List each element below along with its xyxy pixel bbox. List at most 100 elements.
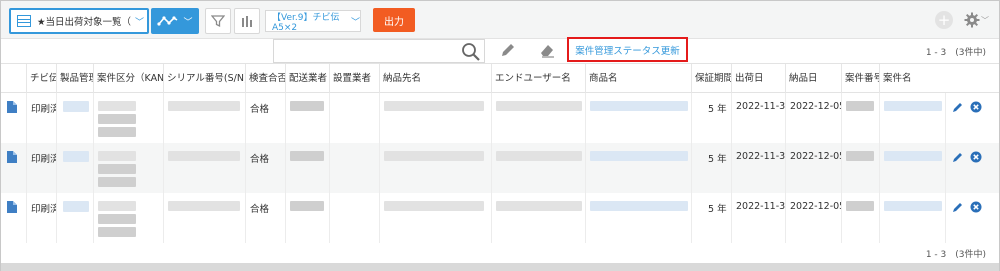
- column-header[interactable]: 出荷日: [731, 64, 785, 94]
- redacted-value: [98, 151, 136, 161]
- inspection-cell: 合格: [250, 154, 270, 165]
- table-icon: [17, 15, 31, 27]
- edit-icon[interactable]: [952, 151, 964, 163]
- chevron-down-icon: ﹀: [981, 15, 989, 25]
- redacted-value: [98, 227, 136, 237]
- table-row[interactable]: 印刷済 合格 5 年 2022-11-30 2022-12-05: [1, 93, 999, 143]
- delete-icon[interactable]: [970, 101, 982, 113]
- pencil-icon: [502, 44, 514, 56]
- redacted-value: [168, 201, 240, 211]
- redacted-value: [496, 101, 582, 111]
- column-header[interactable]: シリアル番号(S/N): [163, 64, 245, 94]
- app-frame: ★当日出荷対象一覧（... ﹀ ﹀ 【Ver.9】チビ伝A5×2 ﹀ 出力 + …: [0, 0, 1000, 271]
- column-header[interactable]: 案件番号: [841, 64, 879, 94]
- redacted-value: [98, 177, 136, 187]
- warranty-cell: 5 年: [708, 204, 727, 215]
- table-row[interactable]: 印刷済 合格 5 年 2022-11-30 2022-12-05: [1, 143, 999, 193]
- column-header[interactable]: 保証期間: [691, 64, 731, 94]
- record-count: 1 - 3 (3件中): [925, 48, 986, 58]
- redacted-value: [63, 101, 89, 112]
- toolbar: ★当日出荷対象一覧（... ﹀ ﹀ 【Ver.9】チビ伝A5×2 ﹀ 出力 + …: [1, 1, 999, 39]
- redacted-value: [884, 151, 942, 161]
- redacted-value: [384, 151, 484, 161]
- redacted-value: [168, 151, 240, 161]
- gear-icon: [964, 12, 980, 28]
- redacted-value: [63, 201, 89, 212]
- chevron-down-icon: ﹀: [183, 17, 193, 28]
- view-select[interactable]: ★当日出荷対象一覧（... ﹀: [9, 8, 149, 34]
- edit-icon[interactable]: [952, 101, 964, 113]
- redacted-value: [846, 151, 874, 161]
- column-header[interactable]: 配送業者: [285, 64, 329, 94]
- column-header[interactable]: 商品名: [585, 64, 691, 94]
- delivery-date-cell: 2022-12-05: [790, 101, 841, 112]
- column-header[interactable]: 案件区分（KANB: [93, 64, 163, 94]
- edit-icon[interactable]: [952, 201, 964, 213]
- delivery-date-cell: 2022-12-05: [790, 151, 841, 162]
- chibiden-cell: 印刷済: [31, 104, 56, 115]
- document-icon[interactable]: [7, 151, 17, 163]
- document-icon[interactable]: [7, 101, 17, 113]
- column-header[interactable]: エンドユーザー名: [491, 64, 585, 94]
- search-button[interactable]: [461, 42, 481, 65]
- redacted-value: [590, 201, 688, 211]
- column-header[interactable]: チビ伝: [26, 64, 56, 94]
- search-input[interactable]: [273, 39, 485, 63]
- eraser-icon: [541, 45, 554, 58]
- print-setting-label: 【Ver.9】チビ伝A5×2: [272, 12, 340, 33]
- view-select-label: ★当日出荷対象一覧（...: [37, 17, 132, 28]
- redacted-value: [384, 101, 484, 111]
- document-icon[interactable]: [7, 201, 17, 213]
- print-setting-select[interactable]: 【Ver.9】チビ伝A5×2 ﹀: [265, 10, 361, 33]
- chevron-down-icon: ﹀: [135, 17, 145, 28]
- redacted-value: [846, 201, 874, 211]
- column-header[interactable]: 検査合否: [245, 64, 285, 94]
- settings-button[interactable]: ﹀: [964, 10, 992, 30]
- redacted-value: [884, 201, 942, 211]
- column-header[interactable]: 案件名: [879, 64, 945, 94]
- bulk-edit-button[interactable]: [499, 41, 517, 62]
- redacted-value: [63, 151, 89, 162]
- delete-icon[interactable]: [970, 151, 982, 163]
- inspection-cell: 合格: [250, 104, 270, 115]
- redacted-value: [590, 101, 688, 111]
- column-header[interactable]: 納品先名: [379, 64, 491, 94]
- delete-icon[interactable]: [970, 201, 982, 213]
- ship-date-cell: 2022-11-30: [736, 201, 785, 212]
- ship-date-cell: 2022-11-30: [736, 151, 785, 162]
- redacted-value: [290, 101, 324, 111]
- redacted-value: [846, 101, 874, 111]
- redacted-value: [98, 164, 136, 174]
- record-table: チビ伝 製品管理 案件区分（KANB シリアル番号(S/N) 検査合否 配送業者…: [1, 63, 999, 243]
- status-update-link[interactable]: 案件管理ステータス更新: [575, 43, 680, 57]
- redacted-value: [168, 101, 240, 111]
- chevron-down-icon: ﹀: [350, 17, 360, 28]
- warranty-cell: 5 年: [708, 154, 727, 165]
- warranty-cell: 5 年: [708, 104, 727, 115]
- redacted-value: [496, 151, 582, 161]
- redacted-value: [290, 151, 324, 161]
- redacted-value: [98, 201, 136, 211]
- redacted-value: [98, 114, 136, 124]
- delivery-date-cell: 2022-12-05: [790, 201, 841, 212]
- summary-button[interactable]: [234, 8, 260, 34]
- column-header[interactable]: 設置業者: [329, 64, 379, 94]
- redacted-value: [98, 214, 136, 224]
- add-record-button[interactable]: +: [935, 11, 953, 29]
- redacted-value: [98, 101, 136, 111]
- graph-view-button[interactable]: ﹀: [151, 8, 199, 34]
- horizontal-scrollbar[interactable]: [1, 263, 999, 271]
- table-row[interactable]: 印刷済 合格 5 年 2022-11-30 2022-12-05: [1, 193, 999, 243]
- redacted-value: [884, 101, 942, 111]
- redacted-value: [98, 127, 136, 137]
- output-button[interactable]: 出力: [373, 8, 415, 32]
- column-header[interactable]: 納品日: [785, 64, 841, 94]
- bulk-delete-button[interactable]: [538, 41, 556, 62]
- bar-chart-icon: [242, 16, 252, 27]
- filter-button[interactable]: [205, 8, 231, 34]
- chibiden-cell: 印刷済: [31, 154, 56, 165]
- redacted-value: [496, 201, 582, 211]
- ship-date-cell: 2022-11-30: [736, 101, 785, 112]
- inspection-cell: 合格: [250, 204, 270, 215]
- column-header[interactable]: 製品管理: [56, 64, 93, 94]
